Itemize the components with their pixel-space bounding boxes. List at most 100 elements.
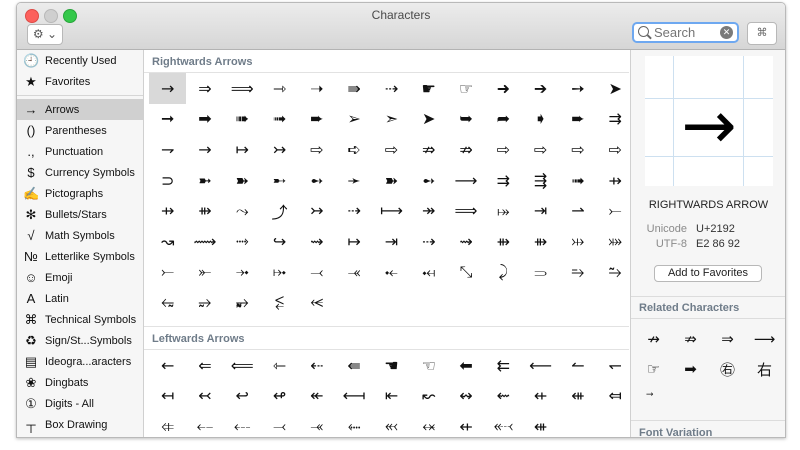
character-cell[interactable]: ⇠ <box>298 350 335 381</box>
character-cell[interactable]: ➸ <box>261 165 298 196</box>
sidebar-item-emoji[interactable]: ☺ Emoji <box>17 267 143 288</box>
character-cell[interactable]: ⇢ <box>335 195 372 226</box>
character-cell[interactable]: ➟ <box>559 165 596 196</box>
character-cell[interactable]: ↜ <box>410 380 447 411</box>
character-cell[interactable]: ➨ <box>298 104 335 135</box>
character-cell[interactable]: ⬷ <box>485 411 522 437</box>
character-cell[interactable]: ➥ <box>447 104 484 135</box>
related-character-cell[interactable]: ⇏ <box>672 324 709 354</box>
character-cell[interactable]: ➦ <box>485 104 522 135</box>
character-cell[interactable]: ☚ <box>373 350 410 381</box>
character-cell[interactable]: ⤎ <box>224 411 261 437</box>
related-character-cell[interactable]: ⇒ <box>709 324 746 354</box>
sidebar-item-favorites[interactable]: ★ Favorites <box>17 71 143 92</box>
character-cell[interactable]: ⥴ <box>186 287 223 318</box>
character-cell[interactable]: ⤟ <box>410 257 447 288</box>
character-cell[interactable]: ⇀ <box>559 195 596 226</box>
character-cell[interactable]: ⇨ <box>597 134 629 165</box>
character-cell[interactable]: ⤅ <box>485 195 522 226</box>
character-cell[interactable]: ☛ <box>410 73 447 104</box>
character-cell[interactable]: ↦ <box>224 134 261 165</box>
character-cell[interactable]: ⇝ <box>447 226 484 257</box>
character-cell[interactable]: ➔ <box>522 73 559 104</box>
related-character-cell[interactable]: ☞ <box>635 354 672 384</box>
character-cell[interactable]: ➜ <box>485 73 522 104</box>
character-cell[interactable]: ↣ <box>298 195 335 226</box>
character-cell[interactable]: ⇨ <box>522 134 559 165</box>
character-cell[interactable]: ➪ <box>335 134 372 165</box>
character-cell[interactable]: ⟶ <box>447 165 484 196</box>
sidebar-item-bullets-stars[interactable]: ✻ Bullets/Stars <box>17 204 143 225</box>
character-cell[interactable]: ➤ <box>410 104 447 135</box>
character-cell[interactable]: ➡ <box>186 104 223 135</box>
character-cell[interactable]: ➽ <box>224 165 261 196</box>
character-cell[interactable]: ⤸ <box>485 257 522 288</box>
character-cell[interactable]: ➠ <box>224 104 261 135</box>
character-cell[interactable]: ➣ <box>373 104 410 135</box>
character-cell[interactable]: ↩ <box>224 380 261 411</box>
character-cell[interactable]: ⟵ <box>522 350 559 381</box>
character-cell[interactable]: ⇻ <box>485 226 522 257</box>
character-cell[interactable]: ⇻ <box>186 195 223 226</box>
character-cell[interactable]: ➟ <box>261 104 298 135</box>
character-cell[interactable]: ➻ <box>298 165 335 196</box>
character-cell[interactable]: ⇨ <box>373 134 410 165</box>
character-cell[interactable]: ➻ <box>410 165 447 196</box>
character-cell[interactable]: ⇨ <box>485 134 522 165</box>
character-cell[interactable]: ⤙ <box>298 257 335 288</box>
character-cell[interactable]: ⟿ <box>186 226 223 257</box>
character-cell[interactable]: ⇢ <box>410 226 447 257</box>
search-input[interactable] <box>654 25 714 40</box>
character-cell[interactable]: ⇨ <box>298 134 335 165</box>
gear-menu-button[interactable]: ⚙ ⌄ <box>27 24 63 45</box>
character-cell[interactable]: ⤜ <box>186 257 223 288</box>
character-cell[interactable]: ⤔ <box>559 226 596 257</box>
related-character-cell[interactable]: 右 <box>746 354 783 384</box>
character-cell[interactable]: ↪ <box>261 226 298 257</box>
character-cell[interactable]: ⥰ <box>522 257 559 288</box>
character-cell[interactable]: ↽ <box>597 350 629 381</box>
character-cell[interactable]: ⇸ <box>597 165 629 196</box>
character-cell[interactable]: ⤚ <box>149 257 186 288</box>
character-cell[interactable]: ⇉ <box>597 104 629 135</box>
add-to-favorites-button[interactable]: Add to Favorites <box>654 265 762 282</box>
character-cell[interactable]: ⥱ <box>559 257 596 288</box>
character-cell[interactable]: ⇥ <box>522 195 559 226</box>
character-cell[interactable]: ⇝ <box>298 226 335 257</box>
character-cell[interactable]: ➨ <box>559 104 596 135</box>
character-cell[interactable]: ⤞ <box>224 257 261 288</box>
character-cell[interactable]: ↞ <box>298 380 335 411</box>
character-cell[interactable]: ⬻ <box>373 411 410 437</box>
character-cell[interactable]: ⇁ <box>149 134 186 165</box>
character-cell[interactable]: ⇺ <box>559 380 596 411</box>
character-cell[interactable]: ⇤ <box>373 380 410 411</box>
character-cell[interactable]: ⥳ <box>149 287 186 318</box>
character-cell[interactable]: ➢ <box>335 104 372 135</box>
sidebar-item-currency-symbols[interactable]: $ Currency Symbols <box>17 162 143 183</box>
character-cell[interactable]: ⬅ <box>447 350 484 381</box>
search-field[interactable]: ✕ <box>632 22 739 43</box>
related-character-cell[interactable]: ⃗ <box>635 384 672 414</box>
character-cell[interactable]: ↢ <box>186 380 223 411</box>
related-character-cell[interactable]: ↛ <box>635 324 672 354</box>
character-cell[interactable]: ⇽ <box>261 350 298 381</box>
character-cell[interactable]: ↠ <box>410 195 447 226</box>
character-cell[interactable]: ⤳ <box>224 195 261 226</box>
character-cell[interactable]: ⤠ <box>261 257 298 288</box>
view-toggle-button[interactable]: ⌘ <box>747 22 777 45</box>
sidebar-item-ideogra-aracters[interactable]: ▤ Ideogra...aracters <box>17 351 143 372</box>
character-cell[interactable]: ⟸ <box>224 350 261 381</box>
character-cell[interactable]: ↦ <box>335 226 372 257</box>
character-cell[interactable]: ⇇ <box>485 350 522 381</box>
sidebar-item-digits-all[interactable]: ① Digits - All <box>17 393 143 414</box>
character-cell[interactable]: ⇾ <box>261 73 298 104</box>
character-cell[interactable]: ⤛ <box>298 411 335 437</box>
related-character-cell[interactable]: ㊨ <box>709 354 746 384</box>
character-cell[interactable]: ⇉ <box>485 165 522 196</box>
character-cell[interactable]: ⇥ <box>373 226 410 257</box>
sidebar-item-dingbats[interactable]: ❀ Dingbats <box>17 372 143 393</box>
character-cell[interactable]: ⟼ <box>373 195 410 226</box>
character-cell[interactable]: ⤑ <box>224 226 261 257</box>
character-cell[interactable]: ⤌ <box>186 411 223 437</box>
character-cell[interactable]: ⇛ <box>335 73 372 104</box>
